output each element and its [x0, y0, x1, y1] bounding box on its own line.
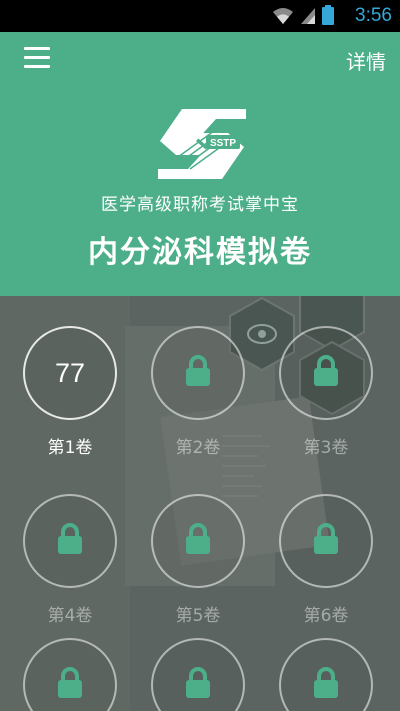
status-icons — [272, 5, 334, 25]
paper-item[interactable]: 第5卷 — [151, 494, 245, 626]
lock-icon — [183, 666, 213, 704]
locked-paper-button[interactable] — [151, 326, 245, 420]
lock-icon — [55, 522, 85, 560]
battery-icon — [322, 5, 334, 25]
lock-icon — [311, 354, 341, 392]
paper-item[interactable] — [23, 638, 117, 711]
paper-item[interactable]: 第6卷 — [279, 494, 373, 626]
paper-label: 第6卷 — [303, 606, 349, 626]
svg-text:SSTP: SSTP — [210, 138, 236, 149]
paper-item[interactable]: 第4卷 — [23, 494, 117, 626]
paper-item[interactable]: 第2卷 — [151, 326, 245, 458]
status-bar: 3:56 — [0, 0, 400, 32]
paper-score-button[interactable]: 77 — [23, 326, 117, 420]
paper-label: 第5卷 — [175, 606, 221, 626]
status-clock: 3:56 — [355, 5, 392, 26]
locked-paper-button[interactable] — [151, 494, 245, 588]
sstp-logo: SSTP — [158, 109, 246, 179]
header-banner: 详情 SSTP 医学高级职称考试掌中宝 内分泌科模拟卷 — [0, 32, 400, 296]
lock-icon — [55, 666, 85, 704]
locked-paper-button[interactable] — [151, 638, 245, 711]
paper-item[interactable] — [279, 638, 373, 711]
paper-label: 第2卷 — [175, 438, 221, 458]
paper-score: 77 — [54, 357, 86, 388]
detail-link[interactable]: 详情 — [346, 46, 386, 75]
locked-paper-button[interactable] — [23, 638, 117, 711]
lock-icon — [311, 522, 341, 560]
paper-grid: 77 第1卷 第2卷 第3卷第4卷 第5卷 第6卷 — [0, 296, 400, 711]
paper-label: 第3卷 — [303, 438, 349, 458]
locked-paper-button[interactable] — [279, 638, 373, 711]
locked-paper-button[interactable] — [279, 326, 373, 420]
paper-label: 第4卷 — [47, 606, 93, 626]
locked-paper-button[interactable] — [23, 494, 117, 588]
lock-icon — [183, 354, 213, 392]
exam-title: 内分泌科模拟卷 — [88, 235, 312, 270]
locked-paper-button[interactable] — [279, 494, 373, 588]
paper-item[interactable]: 77 第1卷 — [23, 326, 117, 458]
lock-icon — [183, 522, 213, 560]
hamburger-menu-icon[interactable] — [24, 47, 50, 69]
paper-label: 第1卷 — [47, 438, 93, 458]
paper-item[interactable] — [151, 638, 245, 711]
lock-icon — [311, 666, 341, 704]
wifi-icon — [273, 8, 293, 24]
paper-item[interactable]: 第3卷 — [279, 326, 373, 458]
app-subtitle: 医学高级职称考试掌中宝 — [101, 195, 299, 215]
signal-icon — [301, 8, 315, 24]
